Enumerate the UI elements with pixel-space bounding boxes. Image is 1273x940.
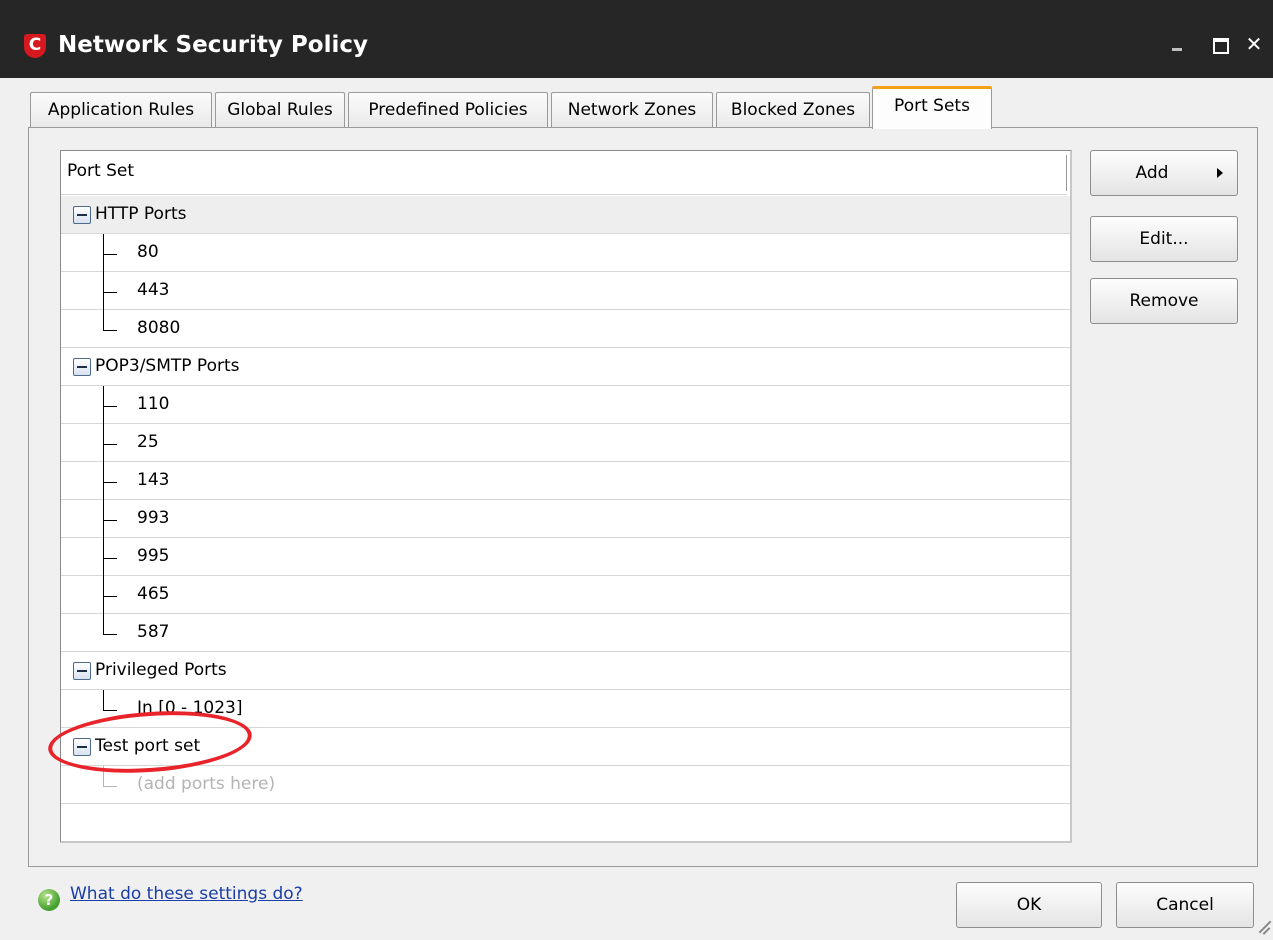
window-title: Network Security Policy [58,32,368,58]
add-ports-placeholder-row[interactable]: (add ports here) [61,766,1070,804]
port-row[interactable]: 993 [61,500,1070,538]
port-row[interactable]: In [0 - 1023] [61,690,1070,728]
group-row-http-ports[interactable]: HTTP Ports [61,196,1070,234]
column-header-port-set[interactable]: Port Set [61,151,1067,195]
minimize-icon[interactable] [1160,28,1194,62]
group-row-privileged-ports[interactable]: Privileged Ports [61,652,1070,690]
port-row[interactable]: 465 [61,576,1070,614]
tab-application-rules[interactable]: Application Rules [30,92,212,128]
maximize-icon[interactable] [1203,28,1237,62]
port-row[interactable]: 80 [61,234,1070,272]
cancel-button[interactable]: Cancel [1116,882,1254,928]
collapse-icon[interactable] [73,738,91,756]
title-bar[interactable]: C Network Security Policy ✕ [0,0,1273,78]
ok-button[interactable]: OK [956,882,1102,928]
network-security-policy-window: C Network Security Policy ✕ Application … [0,0,1273,940]
port-row[interactable]: 143 [61,462,1070,500]
resize-grip-icon[interactable] [1255,920,1269,934]
close-icon[interactable]: ✕ [1237,28,1271,62]
edit-button[interactable]: Edit... [1090,216,1238,262]
group-row-pop3-smtp-ports[interactable]: POP3/SMTP Ports [61,348,1070,386]
port-set-list[interactable]: Port Set HTTP Ports 80 443 8080 POP3/SMT… [60,150,1072,843]
help-icon: ? [38,889,60,911]
submenu-arrow-icon [1217,168,1223,178]
collapse-icon[interactable] [73,206,91,224]
port-row[interactable]: 8080 [61,310,1070,348]
port-row[interactable]: 587 [61,614,1070,652]
tab-port-sets[interactable]: Port Sets [872,86,992,129]
tab-network-zones[interactable]: Network Zones [551,92,713,128]
port-row[interactable]: 110 [61,386,1070,424]
port-row[interactable]: 995 [61,538,1070,576]
group-row-test-port-set[interactable]: Test port set [61,728,1070,766]
remove-button[interactable]: Remove [1090,278,1238,324]
help-link[interactable]: What do these settings do? [70,884,303,904]
tab-blocked-zones[interactable]: Blocked Zones [716,92,870,128]
port-row[interactable]: 443 [61,272,1070,310]
port-row[interactable]: 25 [61,424,1070,462]
collapse-icon[interactable] [73,662,91,680]
collapse-icon[interactable] [73,358,91,376]
add-button[interactable]: Add [1090,150,1238,196]
tab-global-rules[interactable]: Global Rules [215,92,345,128]
comodo-logo-icon: C [24,34,46,58]
tab-predefined-policies[interactable]: Predefined Policies [348,92,548,128]
